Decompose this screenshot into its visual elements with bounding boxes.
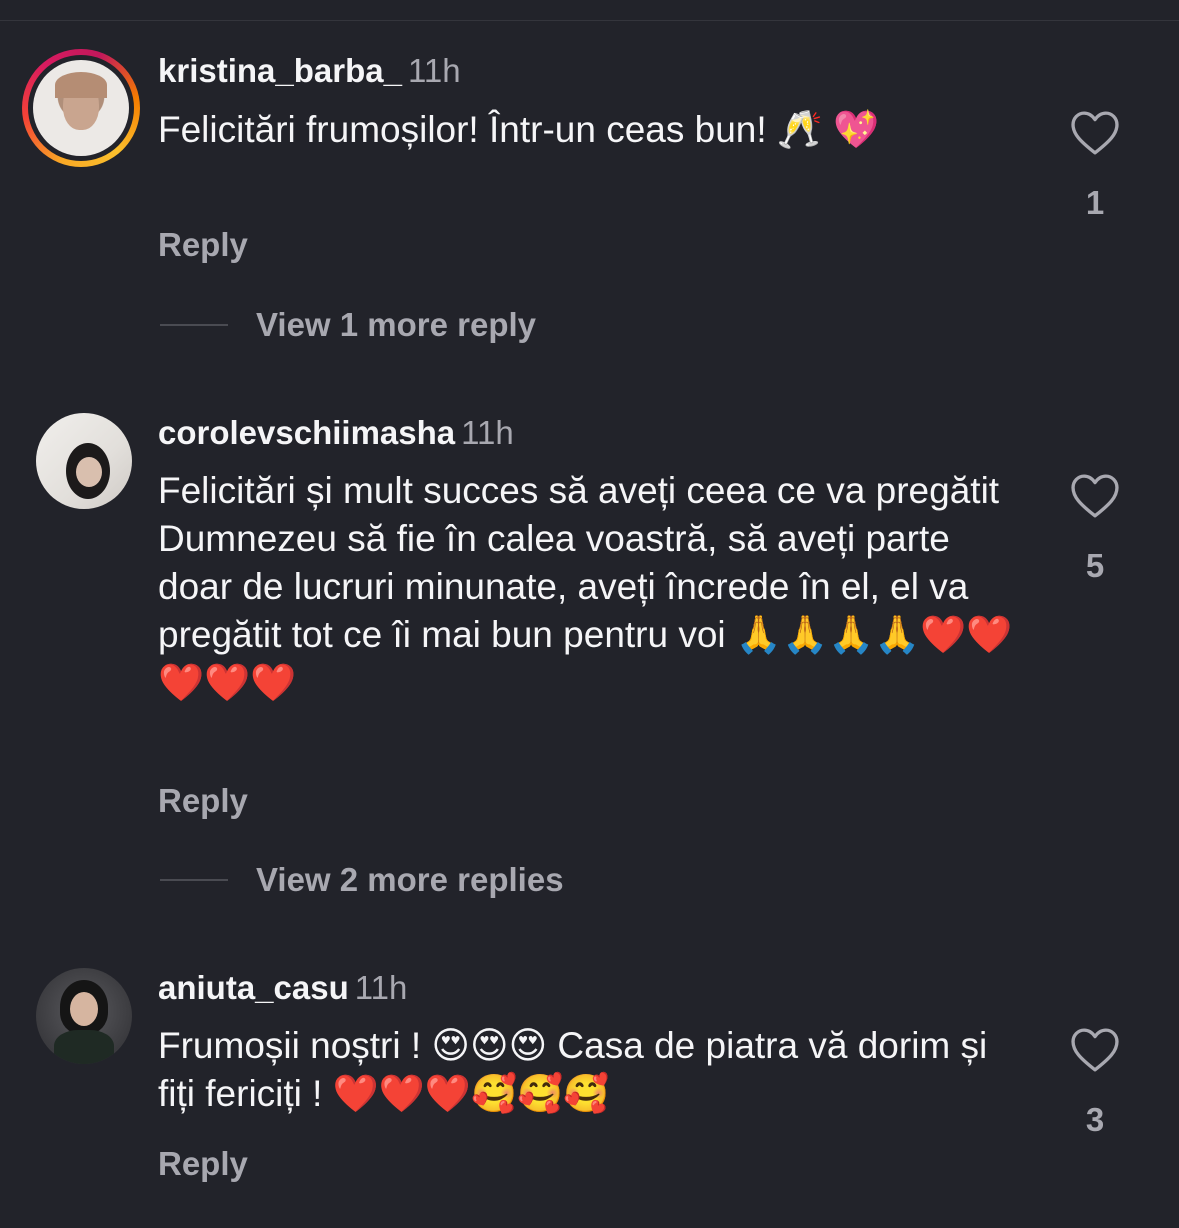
view-more-replies[interactable]: View 2 more replies	[160, 861, 564, 899]
top-divider	[0, 20, 1179, 21]
avatar[interactable]	[36, 968, 132, 1064]
heart-outline-icon[interactable]	[1069, 1027, 1121, 1073]
avatar[interactable]	[36, 413, 132, 509]
like-count: 3	[1085, 1101, 1105, 1138]
heart-outline-icon[interactable]	[1069, 473, 1121, 519]
like-button[interactable]: 1	[1064, 110, 1126, 222]
username[interactable]: aniuta_casu	[158, 969, 349, 1006]
view-more-replies[interactable]: View 1 more reply	[160, 306, 536, 344]
comment-text: Felicitări frumoșilor! Într-un ceas bun!…	[158, 109, 880, 150]
comment-text: Felicitări și mult succes să aveți ceea …	[158, 470, 1013, 703]
timestamp: 11h	[407, 52, 461, 89]
reply-button[interactable]: Reply	[158, 1145, 248, 1183]
username[interactable]: kristina_barba_	[158, 52, 402, 89]
thread-line	[160, 879, 228, 881]
timestamp: 11h	[461, 414, 514, 451]
reply-button[interactable]: Reply	[158, 226, 248, 264]
like-count: 1	[1085, 184, 1105, 221]
like-button[interactable]: 5	[1064, 473, 1126, 585]
heart-outline-icon[interactable]	[1069, 110, 1121, 156]
reply-button[interactable]: Reply	[158, 782, 248, 820]
avatar	[33, 60, 129, 156]
view-more-replies-label[interactable]: View 2 more replies	[256, 861, 564, 899]
comment-text: Frumoșii noștri ! 😍😍😍 Casa de piatra vă …	[158, 1025, 988, 1114]
view-more-replies-label[interactable]: View 1 more reply	[256, 306, 536, 344]
timestamp: 11h	[354, 969, 408, 1006]
like-count: 5	[1085, 547, 1105, 584]
avatar-story-ring[interactable]	[22, 49, 140, 167]
thread-line	[160, 324, 228, 326]
username[interactable]: corolevschiimasha	[158, 414, 455, 451]
like-button[interactable]: 3	[1064, 1027, 1126, 1139]
